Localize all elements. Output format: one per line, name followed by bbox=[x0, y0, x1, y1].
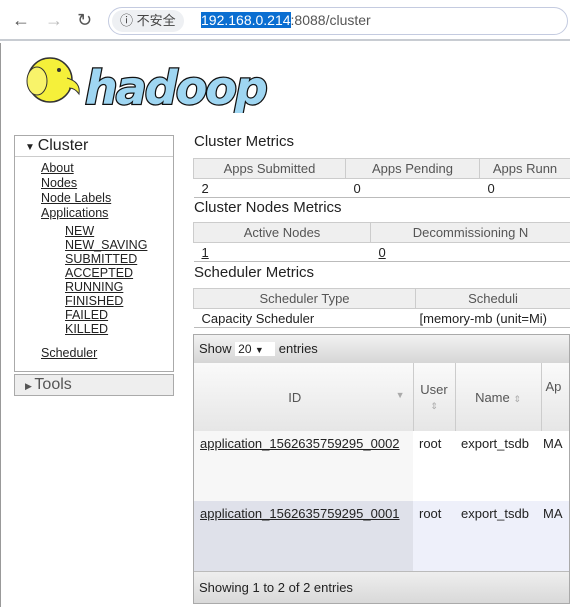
col-active-nodes: Active Nodes bbox=[193, 222, 371, 243]
nodes-metrics-title: Cluster Nodes Metrics bbox=[194, 199, 342, 216]
application-id-link[interactable]: application_1562635759295_0002 bbox=[200, 436, 400, 451]
table-info-footer: Showing 1 to 2 of 2 entries bbox=[194, 571, 569, 603]
back-icon[interactable]: ← bbox=[12, 10, 30, 31]
col-scheduling-resource: Scheduli bbox=[415, 288, 570, 309]
cluster-metrics-table: Apps Submitted Apps Pending Apps Runn 200 bbox=[193, 158, 570, 198]
tools-label: Tools bbox=[34, 376, 72, 393]
cluster-metrics-title: Cluster Metrics bbox=[194, 133, 295, 150]
name-cell: export_tsdb bbox=[455, 431, 541, 501]
applications-datatable: Show 20 ▼ entries ID ▼ User ⇕ Name ⇕ Ap ap… bbox=[193, 334, 570, 604]
apps-running-value: 0 bbox=[479, 178, 570, 198]
col-decommissioning-nodes: Decommissioning N bbox=[370, 222, 570, 243]
scheduler-type-value: Capacity Scheduler bbox=[193, 308, 416, 328]
col-scheduler-type: Scheduler Type bbox=[193, 288, 416, 309]
sidebar-link-about[interactable]: About bbox=[41, 161, 173, 176]
table-row: application_1562635759295_0002 root expo… bbox=[194, 431, 569, 501]
url-host: 192.168.0.214 bbox=[201, 12, 291, 28]
url-text[interactable]: 192.168.0.214:8088/cluster bbox=[201, 12, 371, 28]
sort-icon: ⇕ bbox=[430, 401, 438, 411]
applications-table: ID ▼ User ⇕ Name ⇕ Ap application_15626357… bbox=[194, 363, 569, 571]
app-state-new-saving[interactable]: NEW_SAVING bbox=[65, 238, 173, 252]
sort-desc-icon: ▼ bbox=[395, 389, 405, 400]
hadoop-logo[interactable]: hadoop bbox=[15, 48, 290, 116]
sidebar-cluster-header[interactable]: ▼ Cluster bbox=[15, 136, 173, 157]
col-apps-pending: Apps Pending bbox=[345, 158, 480, 179]
col-id[interactable]: ID ▼ bbox=[194, 363, 414, 431]
app-state-new[interactable]: NEW bbox=[65, 224, 173, 238]
sidebar-link-nodes[interactable]: Nodes bbox=[41, 176, 173, 191]
cluster-label: Cluster bbox=[37, 137, 89, 154]
app-state-submitted[interactable]: SUBMITTED bbox=[65, 252, 173, 266]
sidebar: ▼ Cluster About Nodes Node Labels Applic… bbox=[14, 135, 174, 372]
col-name-label: Name bbox=[475, 389, 510, 405]
user-cell: root bbox=[413, 501, 455, 571]
col-id-label: ID bbox=[288, 389, 302, 405]
col-user[interactable]: User ⇕ bbox=[413, 363, 456, 431]
app-state-accepted[interactable]: ACCEPTED bbox=[65, 266, 173, 280]
scheduling-resource-value: [memory-mb (unit=Mi) bbox=[415, 308, 570, 328]
app-state-killed[interactable]: KILLED bbox=[65, 322, 173, 336]
type-cell: MA bbox=[541, 431, 569, 501]
entries-length-bar: Show 20 ▼ entries bbox=[194, 335, 569, 363]
entries-select[interactable]: 20 ▼ bbox=[235, 342, 276, 356]
apps-submitted-value: 2 bbox=[193, 178, 346, 198]
triangle-right-icon: ▶ bbox=[25, 381, 35, 391]
show-label: Show bbox=[199, 341, 232, 356]
name-cell: export_tsdb bbox=[455, 501, 541, 571]
triangle-down-icon: ▼ bbox=[25, 142, 38, 153]
entries-label: entries bbox=[278, 341, 318, 356]
application-id-link[interactable]: application_1562635759295_0001 bbox=[200, 506, 400, 521]
sidebar-link-applications[interactable]: Applications bbox=[41, 206, 173, 221]
scheduler-metrics-title: Scheduler Metrics bbox=[194, 264, 315, 281]
col-user-label: User bbox=[420, 382, 448, 397]
apps-pending-value: 0 bbox=[345, 178, 480, 198]
url-path: :8088/cluster bbox=[290, 12, 371, 28]
nodes-metrics-table: Active Nodes Decommissioning N 1 0 bbox=[193, 222, 570, 262]
info-icon: ⓘ bbox=[120, 13, 137, 28]
dropdown-arrow-icon: ▼ bbox=[254, 345, 264, 355]
security-chip[interactable]: ⓘ 不安全 bbox=[112, 10, 184, 32]
app-state-running[interactable]: RUNNING bbox=[65, 280, 173, 294]
sidebar-tools-header[interactable]: ▶ Tools bbox=[14, 374, 174, 396]
app-state-finished[interactable]: FINISHED bbox=[65, 294, 173, 308]
entries-value: 20 bbox=[238, 342, 252, 356]
col-apps-submitted: Apps Submitted bbox=[193, 158, 346, 179]
reload-icon[interactable]: ↻ bbox=[77, 10, 92, 31]
security-label: 不安全 bbox=[136, 13, 176, 28]
address-bar[interactable]: ⓘ 不安全 192.168.0.214:8088/cluster bbox=[108, 7, 568, 35]
type-cell: MA bbox=[541, 501, 569, 571]
col-type-label: Ap bbox=[545, 379, 562, 394]
sidebar-link-scheduler[interactable]: Scheduler bbox=[41, 346, 173, 361]
app-state-failed[interactable]: FAILED bbox=[65, 308, 173, 322]
sidebar-link-node-labels[interactable]: Node Labels bbox=[41, 191, 173, 206]
active-nodes-link[interactable]: 1 bbox=[202, 245, 209, 260]
table-row: application_1562635759295_0001 root expo… bbox=[194, 501, 569, 571]
decommissioning-nodes-link[interactable]: 0 bbox=[379, 245, 386, 260]
col-apps-running: Apps Runn bbox=[479, 158, 570, 179]
svg-text:hadoop: hadoop bbox=[85, 61, 267, 113]
forward-icon[interactable]: → bbox=[45, 10, 63, 31]
scheduler-metrics-table: Scheduler Type Scheduli Capacity Schedule… bbox=[193, 288, 570, 328]
browser-toolbar: ← → ↻ ⓘ 不安全 192.168.0.214:8088/cluster bbox=[0, 0, 570, 41]
user-cell: root bbox=[413, 431, 455, 501]
col-name[interactable]: Name ⇕ bbox=[455, 363, 542, 431]
sort-icon: ⇕ bbox=[513, 393, 521, 404]
col-application-type[interactable]: Ap bbox=[541, 363, 569, 431]
